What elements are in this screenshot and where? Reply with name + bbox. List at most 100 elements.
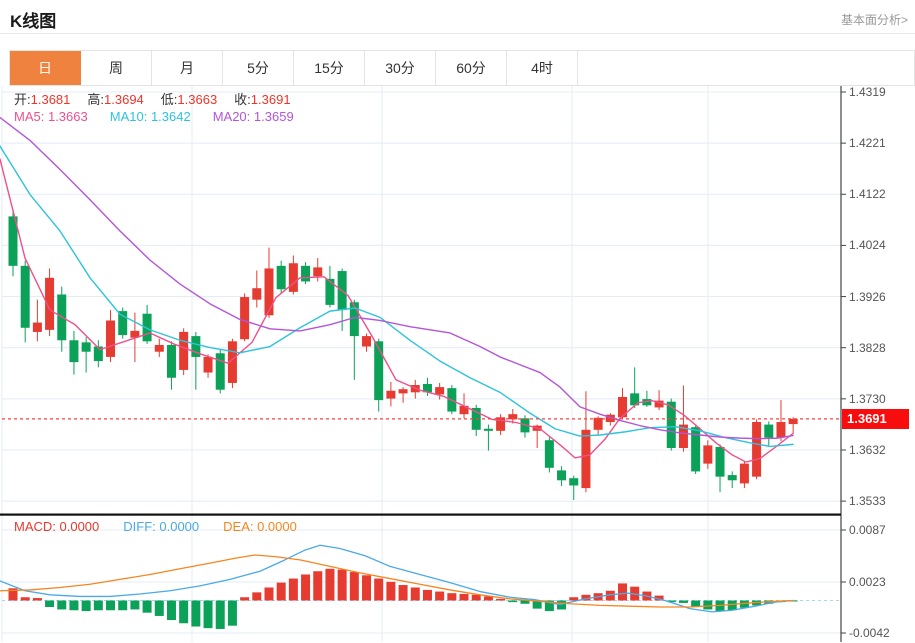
macd-bar [69,600,79,611]
current-price-tag: 1.3691 [842,409,909,429]
macd-bar [386,581,396,601]
macd-bar [459,593,469,601]
tab-period-日[interactable]: 日 [10,51,81,85]
macd-bar [240,597,250,601]
macd-bar [557,600,567,610]
macd-bar [57,600,67,610]
candle-body [106,320,116,357]
macd-bar [81,600,91,612]
candle-body [166,344,176,378]
macd-bar [349,572,359,601]
tab-period-5分[interactable]: 5分 [223,51,294,85]
macd-axis-tick: -0.0042 [849,626,890,640]
price-axis-tick: 1.4319 [849,85,886,99]
open-value: 1.3681 [30,92,71,107]
fundamental-analysis-link[interactable]: 基本面分析> [841,11,908,28]
candle-body [325,278,335,305]
tab-period-30分[interactable]: 30分 [365,51,436,85]
macd-bar [179,600,189,624]
candle-body [69,340,79,363]
macd-bar [471,594,481,601]
candle-body [557,470,567,481]
candle-body [715,446,725,477]
candle-body [764,424,774,438]
macd-bar [20,597,30,601]
candle-body [483,428,493,431]
price-axis-tick: 1.4024 [849,238,886,253]
candle-body [569,478,579,486]
price-axis-tick: 1.3926 [849,289,886,304]
close-value: 1.3691 [250,92,291,107]
candle-body [203,356,213,373]
macd-bar [508,600,518,603]
dea-value: DEA: 0.0000 [223,519,297,534]
candle-body [435,387,445,395]
candle-body [752,421,762,477]
macd-bar [325,568,335,601]
tab-period-周[interactable]: 周 [81,51,152,85]
candle-body [142,313,152,342]
macd-bar [130,600,140,610]
macd-bar [264,587,274,601]
price-axis-tick: 1.3632 [849,442,886,457]
candle-body [240,297,250,340]
macd-bar [93,600,103,611]
macd-bar [106,600,116,611]
macd-bar [398,585,408,601]
candle-body [32,322,42,332]
candle-body [154,344,164,352]
macd-bar [215,600,225,629]
macd-bar [447,593,457,601]
macd-bar [618,583,627,601]
ma-readout: MA5: 1.3663 MA10: 1.3642 MA20: 1.3659 [14,109,316,124]
panel-separator [0,513,841,516]
candle-body [215,353,225,390]
candle-body [788,418,798,425]
macd-bar [142,600,152,613]
period-tab-bar: 日周月 5分 15分 30分 60分 4时 [9,50,915,86]
macd-bar [703,600,713,610]
candle-body [386,390,396,399]
ma20-value: 1.3659 [253,109,294,124]
candle-body [362,336,372,347]
macd-bar [496,598,506,601]
macd-bar [154,600,164,616]
candle-body [252,288,262,300]
candle-body [276,265,286,290]
macd-axis-tick: 0.0023 [849,575,886,589]
macd-bar [252,592,262,601]
macd-bar [227,600,237,626]
tab-period-月[interactable]: 月 [152,51,223,85]
macd-bar [374,578,384,601]
tab-period-60分[interactable]: 60分 [436,51,507,85]
candle-body [374,341,384,401]
candle-body [739,463,749,484]
macd-axis-tick: 0.0087 [849,523,886,537]
macd-bar [32,598,42,601]
macd-bar [435,591,445,601]
candle-body [398,389,408,394]
macd-bar [678,600,688,603]
candle-body [81,342,91,352]
dea-line [0,554,794,608]
price-axis-tick: 1.4221 [849,136,886,151]
macd-bar [483,596,493,601]
price-axis-tick: 1.3730 [849,391,886,406]
macd-bar [569,597,579,601]
high-label: 高: [87,92,105,107]
candle-body [776,421,786,438]
tab-period-15分[interactable]: 15分 [294,51,365,85]
price-axis-tick: 1.3533 [849,494,886,509]
low-label: 低: [160,92,178,107]
candle-body [301,265,311,282]
price-axis-tick: 1.3828 [849,340,886,355]
ma20-label: MA20: [212,109,251,124]
macd-bar [288,578,298,601]
open-label: 开: [14,92,31,107]
macd-bar [313,571,323,601]
tab-period-4时[interactable]: 4时 [507,51,578,85]
diff-value: DIFF: 0.0000 [123,519,200,534]
macd-value: MACD: 0.0000 [14,519,100,534]
candle-body [20,265,30,328]
candle-body [703,445,713,464]
